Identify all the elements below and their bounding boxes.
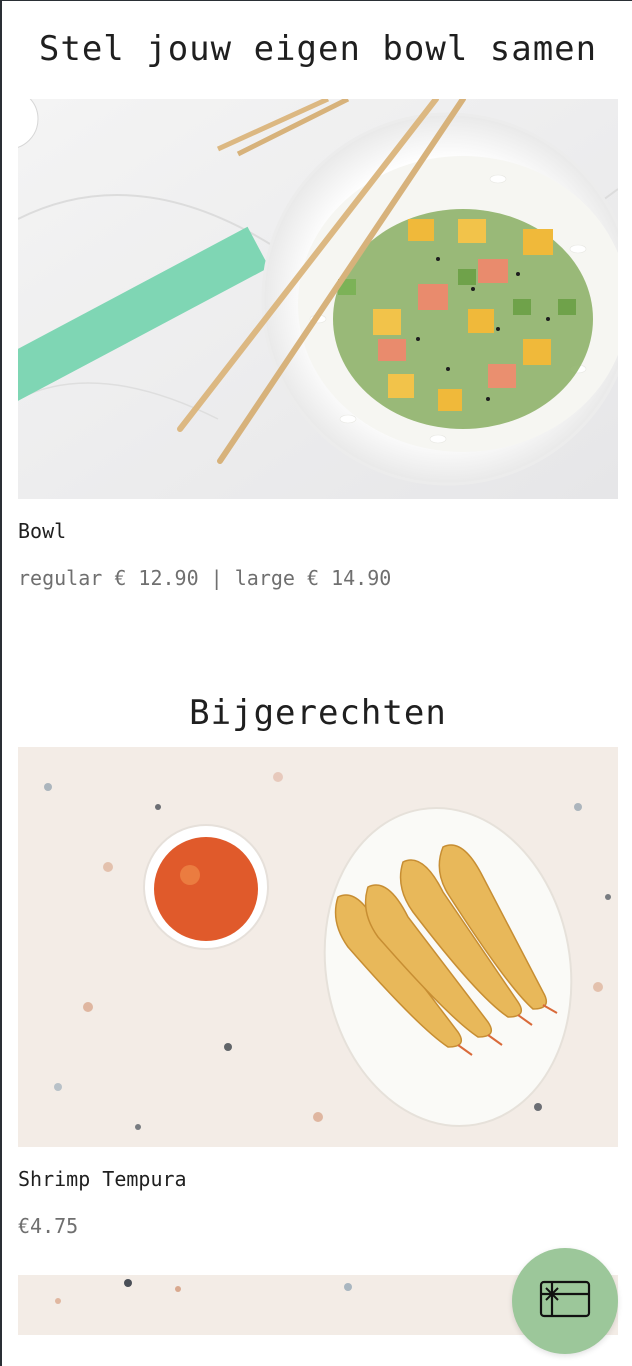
menu-content: Stel jouw eigen bowl samen Bowl regular … (18, 0, 618, 1335)
product-price: regular € 12.90 | large € 14.90 (18, 566, 392, 590)
product-name: Bowl (18, 519, 67, 543)
poke-bowl-photo (18, 99, 618, 499)
section-title-bowl: Stel jouw eigen bowl samen (38, 29, 598, 69)
product-price: €4.75 (18, 1214, 79, 1238)
product-card-shrimp-tempura[interactable]: Shrimp Tempura €4.75 (18, 747, 618, 1239)
window-frame-left (0, 0, 2, 1366)
product-name: Shrimp Tempura (18, 1167, 187, 1191)
gift-card-button[interactable] (512, 1248, 618, 1354)
product-card-bowl[interactable]: Bowl regular € 12.90 | large € 14.90 (18, 99, 618, 591)
shrimp-tempura-photo (18, 747, 618, 1147)
section-title-bijgerechten: Bijgerechten (189, 693, 447, 733)
gift-card-icon (539, 1280, 591, 1322)
